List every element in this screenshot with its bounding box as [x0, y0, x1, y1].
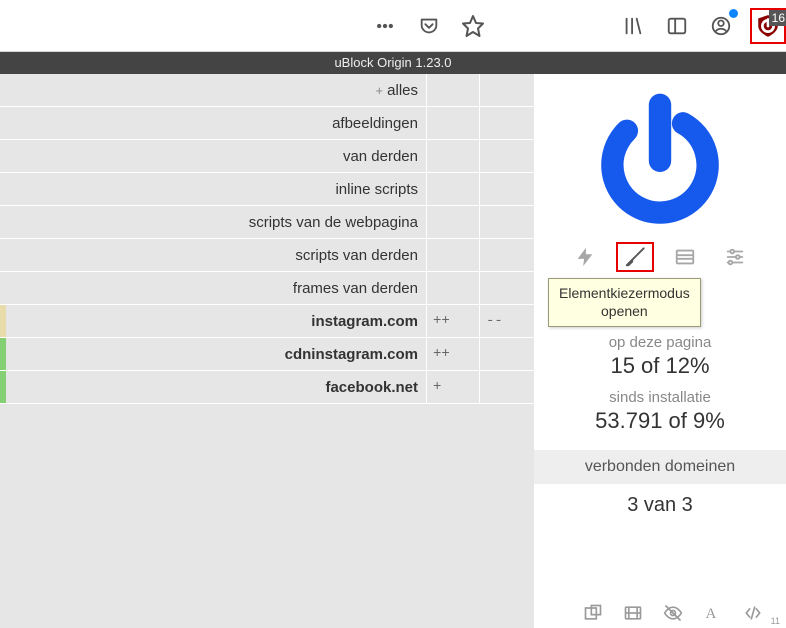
notification-dot: [729, 9, 738, 18]
sidebar-icon[interactable]: [662, 11, 692, 41]
dashboard-icon[interactable]: [716, 242, 754, 272]
zapper-icon[interactable]: [566, 242, 604, 272]
firewall-rule-row[interactable]: scripts van de webpagina: [0, 206, 534, 239]
install-stats-label: sinds installatie: [609, 389, 711, 406]
bookmark-star-icon[interactable]: [458, 11, 488, 41]
connected-domains-value: 3 van 3: [627, 494, 693, 517]
connected-domains-label[interactable]: verbonden domeinen: [534, 450, 786, 484]
firewall-table: +alles afbeeldingen van derden inline sc…: [0, 74, 534, 404]
firewall-rule-row[interactable]: inline scripts: [0, 173, 534, 206]
firewall-rule-row[interactable]: frames van derden: [0, 272, 534, 305]
allow-stripe: [0, 305, 6, 337]
page-stats-value: 15 of 12%: [610, 353, 709, 379]
account-icon[interactable]: [706, 11, 736, 41]
footer-toggle-row: A 11: [575, 598, 784, 628]
noop-stripe: [0, 338, 6, 370]
firewall-empty-area: [0, 404, 534, 628]
page-stats-label: op deze pagina: [609, 334, 712, 351]
library-icon[interactable]: [618, 11, 648, 41]
firewall-domain-row[interactable]: instagram.com ++ --: [0, 305, 534, 338]
popup-block-icon[interactable]: [575, 599, 611, 627]
noop-stripe: [0, 371, 6, 403]
media-block-icon[interactable]: [615, 599, 651, 627]
firewall-domain-row[interactable]: cdninstagram.com ++: [0, 338, 534, 371]
extension-title: uBlock Origin 1.23.0: [0, 52, 786, 74]
svg-text:A: A: [705, 606, 716, 622]
javascript-toggle-icon[interactable]: [735, 599, 771, 627]
dev-suffix: 11: [771, 616, 780, 626]
more-icon[interactable]: [370, 11, 400, 41]
power-button[interactable]: [590, 88, 730, 228]
cosmetic-toggle-icon[interactable]: [655, 599, 691, 627]
tooltip: Elementkiezermodus openen: [548, 278, 701, 327]
ublock-extension-button[interactable]: 16: [750, 8, 786, 44]
remote-fonts-icon[interactable]: A: [695, 599, 731, 627]
logger-icon[interactable]: [666, 242, 704, 272]
install-stats-value: 53.791 of 9%: [595, 408, 725, 434]
pocket-icon[interactable]: [414, 11, 444, 41]
element-picker-icon[interactable]: [616, 242, 654, 272]
firewall-rule-row[interactable]: scripts van derden: [0, 239, 534, 272]
firewall-rule-row[interactable]: +alles: [0, 74, 534, 107]
firewall-rule-row[interactable]: van derden: [0, 140, 534, 173]
ublock-badge-count: 16: [769, 10, 786, 26]
firewall-rule-row[interactable]: afbeeldingen: [0, 107, 534, 140]
firewall-domain-row[interactable]: facebook.net +: [0, 371, 534, 404]
